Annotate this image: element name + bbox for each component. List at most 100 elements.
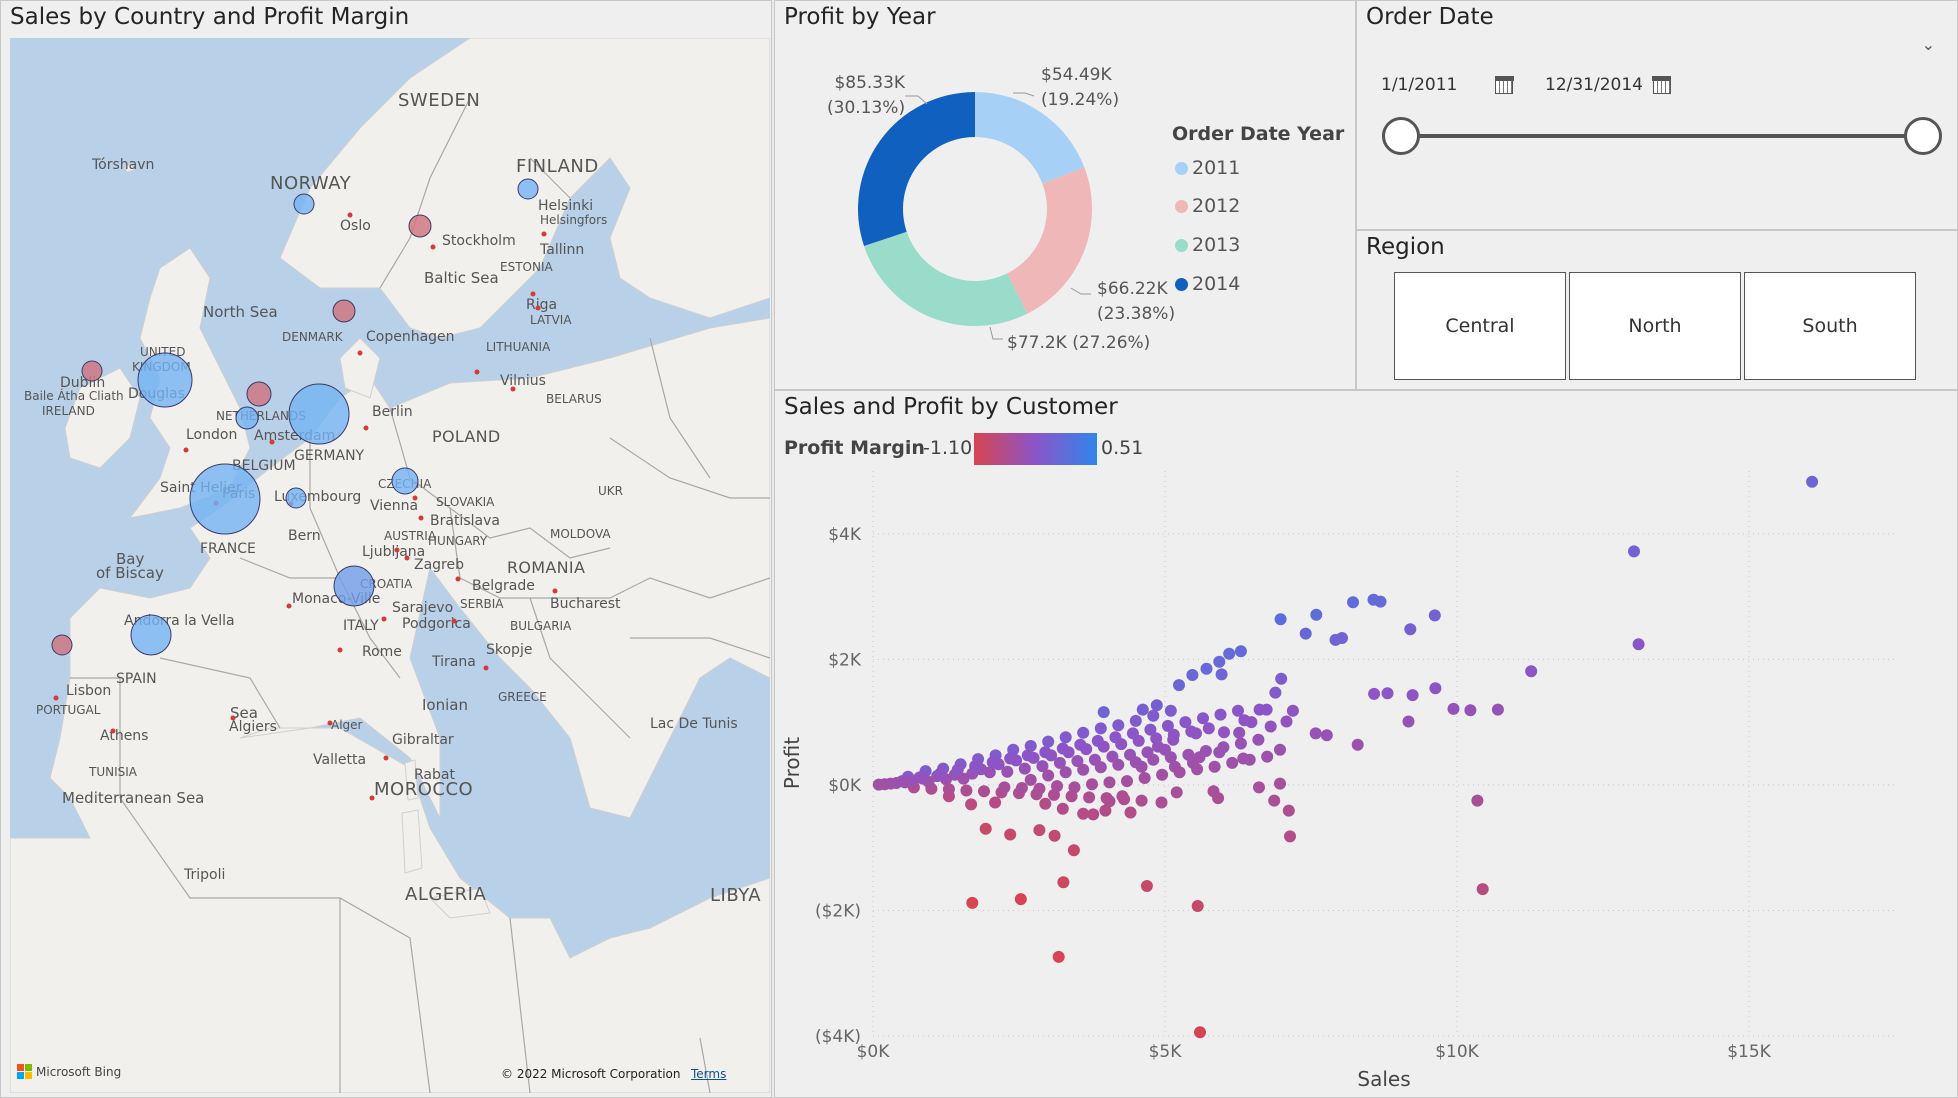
scatter-point[interactable] bbox=[978, 785, 990, 798]
scatter-point[interactable] bbox=[1284, 830, 1296, 843]
range-start-handle[interactable] bbox=[1382, 117, 1420, 155]
scatter-point[interactable] bbox=[1014, 893, 1027, 906]
scatter-point[interactable] bbox=[1161, 719, 1174, 732]
scatter-point[interactable] bbox=[1094, 761, 1107, 774]
calendar-icon[interactable] bbox=[1494, 76, 1514, 94]
scatter-point[interactable] bbox=[899, 776, 912, 789]
scatter-point[interactable] bbox=[1628, 545, 1640, 558]
scatter-point[interactable] bbox=[1274, 777, 1286, 790]
scatter-point[interactable] bbox=[1140, 880, 1153, 892]
scatter-point[interactable] bbox=[1086, 778, 1098, 791]
scatter-point[interactable] bbox=[1018, 762, 1031, 775]
map-bubble-italy[interactable] bbox=[333, 565, 375, 607]
chevron-down-icon[interactable]: ⌄ bbox=[1922, 35, 1935, 54]
scatter-point[interactable] bbox=[1351, 738, 1364, 751]
map-bubble-germany[interactable] bbox=[288, 383, 350, 445]
scatter-point[interactable] bbox=[1097, 706, 1110, 719]
region-button-north[interactable]: North bbox=[1569, 272, 1741, 380]
scatter-point[interactable] bbox=[1234, 645, 1247, 658]
scatter-point[interactable] bbox=[1182, 748, 1195, 761]
calendar-icon[interactable] bbox=[1652, 76, 1672, 94]
map-bubble-france[interactable] bbox=[189, 463, 261, 535]
scatter-point[interactable] bbox=[1164, 751, 1177, 764]
scatter-point[interactable] bbox=[1136, 703, 1149, 716]
scatter-point[interactable] bbox=[1329, 633, 1342, 646]
sales-profit-scatter-visual[interactable]: Sales and Profit by Customer Profit Marg… bbox=[774, 390, 1958, 1098]
scatter-point[interactable] bbox=[1138, 772, 1151, 784]
map-bubble-belgium[interactable] bbox=[235, 406, 259, 430]
scatter-point[interactable] bbox=[1067, 844, 1080, 857]
legend-item-2014[interactable]: 2014 bbox=[1175, 273, 1240, 295]
scatter-point[interactable] bbox=[1129, 756, 1142, 769]
scatter-point[interactable] bbox=[1156, 768, 1169, 781]
end-date-field[interactable]: 12/31/2014 bbox=[1545, 65, 1672, 105]
scatter-point[interactable] bbox=[1428, 609, 1441, 622]
scatter-point[interactable] bbox=[1186, 669, 1199, 681]
scatter-point[interactable] bbox=[1147, 709, 1160, 722]
scatter-point[interactable] bbox=[1074, 738, 1087, 751]
scatter-point[interactable] bbox=[1057, 876, 1070, 889]
scatter-point[interactable] bbox=[1077, 807, 1090, 820]
scatter-point[interactable] bbox=[1274, 743, 1286, 756]
scatter-point[interactable] bbox=[1052, 950, 1065, 963]
scatter-point[interactable] bbox=[1197, 712, 1209, 725]
scatter-point[interactable] bbox=[1367, 593, 1380, 606]
region-slicer[interactable]: Region Central North South bbox=[1356, 230, 1958, 390]
map-bubble-finland[interactable] bbox=[517, 178, 539, 200]
scatter-point[interactable] bbox=[1347, 596, 1359, 609]
scatter-point[interactable] bbox=[1632, 638, 1645, 651]
scatter-plot[interactable]: $4K$2K$0K($2K)($4K)$0K $5K $10K $15KSalesPr… bbox=[775, 391, 1957, 1097]
scatter-point[interactable] bbox=[1094, 722, 1107, 735]
scatter-point[interactable] bbox=[1147, 753, 1160, 766]
scatter-point[interactable] bbox=[1234, 737, 1247, 750]
scatter-point[interactable] bbox=[1207, 785, 1220, 798]
map-bubble-portugal[interactable] bbox=[51, 634, 73, 656]
scatter-point[interactable] bbox=[1033, 824, 1046, 837]
scatter-point[interactable] bbox=[960, 784, 973, 797]
map-canvas[interactable]: SWEDEN FINLAND NORWAY Tórshavn Oslo Stockholm… bbox=[10, 38, 770, 1093]
scatter-point[interactable] bbox=[1118, 793, 1131, 806]
region-button-south[interactable]: South bbox=[1744, 272, 1916, 380]
scatter-point[interactable] bbox=[1059, 731, 1072, 744]
scatter-point[interactable] bbox=[1179, 716, 1192, 729]
scatter-point[interactable] bbox=[1121, 775, 1133, 788]
scatter-point[interactable] bbox=[1191, 900, 1204, 912]
scatter-point[interactable] bbox=[1048, 829, 1061, 842]
scatter-point[interactable] bbox=[1056, 742, 1069, 755]
scatter-point[interactable] bbox=[1471, 794, 1484, 807]
scatter-point[interactable] bbox=[979, 822, 992, 835]
scatter-point[interactable] bbox=[1099, 804, 1112, 817]
terms-link[interactable]: Terms bbox=[691, 1067, 726, 1081]
scatter-point[interactable] bbox=[1021, 749, 1034, 762]
scatter-point[interactable] bbox=[1077, 763, 1090, 776]
scatter-point[interactable] bbox=[916, 772, 929, 785]
scatter-point[interactable] bbox=[1429, 682, 1442, 695]
scatter-point[interactable] bbox=[1199, 745, 1212, 757]
scatter-point[interactable] bbox=[1310, 608, 1323, 621]
scatter-point[interactable] bbox=[969, 760, 982, 773]
scatter-point[interactable] bbox=[1806, 475, 1819, 488]
scatter-point[interactable] bbox=[1173, 766, 1186, 779]
scatter-point[interactable] bbox=[1274, 613, 1287, 626]
scatter-point[interactable] bbox=[1042, 769, 1055, 782]
donut-slice-2012[interactable] bbox=[1007, 167, 1092, 314]
range-end-handle[interactable] bbox=[1904, 117, 1942, 155]
scatter-point[interactable] bbox=[1083, 791, 1096, 804]
scatter-point[interactable] bbox=[1406, 689, 1419, 702]
scatter-point[interactable] bbox=[872, 778, 885, 791]
scatter-point[interactable] bbox=[1320, 729, 1333, 742]
scatter-point[interactable] bbox=[1033, 782, 1046, 795]
scatter-point[interactable] bbox=[1042, 735, 1055, 748]
scatter-point[interactable] bbox=[1068, 781, 1081, 794]
scatter-point[interactable] bbox=[1004, 752, 1017, 765]
scatter-point[interactable] bbox=[1223, 647, 1236, 660]
scatter-point[interactable] bbox=[1447, 702, 1460, 715]
scatter-point[interactable] bbox=[1226, 756, 1239, 769]
map-bubble-switzerland[interactable] bbox=[285, 487, 307, 509]
profit-by-year-visual[interactable]: Profit by Year $85.33K (30.13%) $54.49K (1… bbox=[774, 0, 1356, 390]
scatter-point[interactable] bbox=[998, 781, 1011, 794]
scatter-point[interactable] bbox=[1170, 786, 1183, 799]
map-bubble-austria[interactable] bbox=[391, 467, 419, 495]
scatter-point[interactable] bbox=[1476, 883, 1489, 896]
map-bubble-united-kingdom[interactable] bbox=[137, 352, 193, 408]
